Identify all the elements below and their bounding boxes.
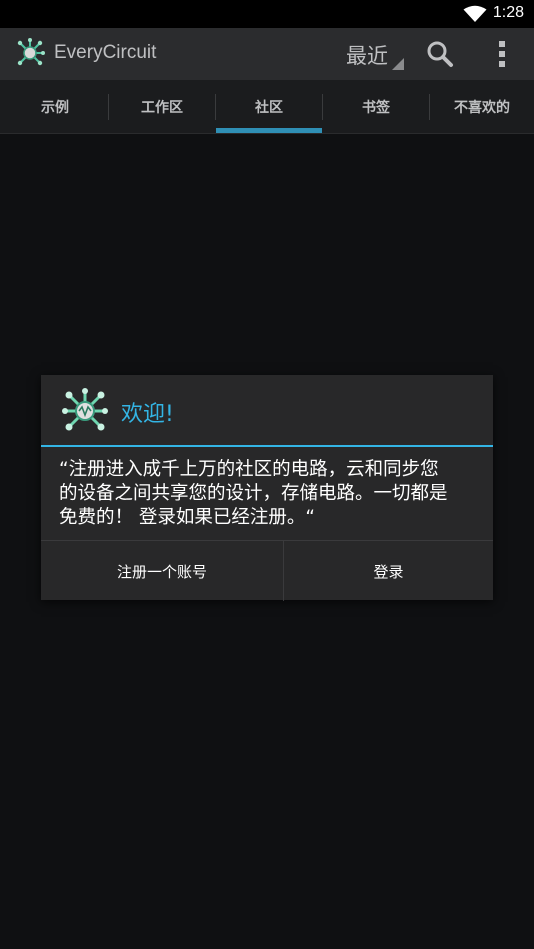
dialog-title-divider [41,445,493,447]
dialog-header: 欢迎! [41,375,493,445]
status-bar: 1:28 [0,0,534,28]
register-account-button[interactable]: 注册一个账号 [41,541,283,601]
tab-bookmarks[interactable]: 书签 [323,80,429,133]
sort-spinner[interactable]: 最近 [340,36,406,72]
app-title: EveryCircuit [54,42,157,63]
dialog-button-bar: 注册一个账号 登录 [41,540,493,601]
tab-bar: 示例 工作区 社区 书签 不喜欢的 [0,80,534,134]
wifi-icon [463,5,487,22]
login-button[interactable]: 登录 [284,541,493,601]
screen: 1:28 EveryCircuit 最近 示例 工作区 社区 书签 不喜欢的 欢… [0,0,534,949]
everycircuit-logo-icon [62,388,108,431]
overflow-dot [499,51,505,57]
tab-examples[interactable]: 示例 [2,80,108,133]
tab-workspace[interactable]: 工作区 [109,80,215,133]
tab-community[interactable]: 社区 [216,80,322,133]
dialog-message-line: 的设备之间共享您的设计，存储电路。一切都是 [59,483,448,504]
dialog-message: “注册进入成千上万的社区的电路，云和同步您 的设备之间共享您的设计，存储电路。一… [59,458,479,530]
overflow-dot [499,61,505,67]
overflow-menu-icon[interactable] [486,36,518,72]
action-bar: EveryCircuit 最近 [0,28,534,80]
overflow-dot [499,41,505,47]
tab-disliked[interactable]: 不喜欢的 [430,80,534,133]
everycircuit-logo-icon [17,38,45,66]
dialog-message-line: “注册进入成千上万的社区的电路，云和同步您 [59,459,439,480]
spinner-triangle-icon [392,58,404,70]
dialog-title: 欢迎! [121,402,174,427]
welcome-dialog: 欢迎! “注册进入成千上万的社区的电路，云和同步您 的设备之间共享您的设计，存储… [41,375,493,601]
tab-selected-indicator [216,128,322,133]
sort-spinner-label: 最近 [346,44,388,68]
status-time: 1:28 [492,4,524,21]
search-icon[interactable] [420,36,460,72]
dialog-message-line: 免费的！ 登录如果已经注册。“ [59,507,315,528]
